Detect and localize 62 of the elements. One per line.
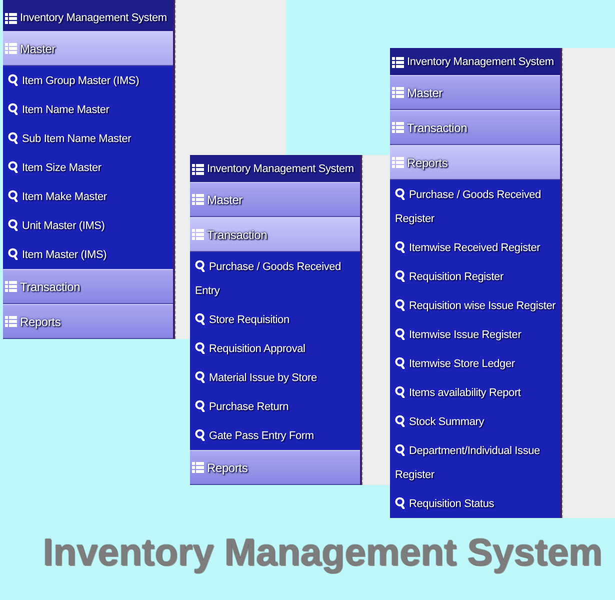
menu-link[interactable]: Stock Summary	[390, 407, 560, 436]
search-icon	[395, 496, 405, 508]
list-icon	[192, 194, 204, 205]
search-icon	[8, 74, 18, 86]
list-icon	[392, 57, 404, 68]
list-icon	[5, 281, 17, 292]
menu-link[interactable]: Requisition Approval	[190, 334, 360, 363]
menu-link[interactable]: Item Make Master	[3, 182, 173, 211]
search-icon	[395, 270, 405, 282]
menu-link[interactable]: Itemwise Received Register	[390, 233, 560, 262]
search-icon	[8, 190, 18, 202]
menu-link[interactable]: Store Requisition	[190, 305, 360, 334]
app-title: Inventory Management System	[407, 55, 554, 70]
menu-link[interactable]: Gate Pass Entry Form	[190, 421, 360, 450]
menu-link[interactable]: Itemwise Issue Register	[390, 320, 560, 349]
search-icon	[395, 444, 405, 456]
search-icon	[195, 428, 205, 440]
search-icon	[395, 188, 405, 200]
search-icon	[195, 342, 205, 354]
menu-link[interactable]: Material Issue by Store	[190, 363, 360, 392]
app-title: Inventory Management System	[207, 162, 354, 178]
list-icon	[5, 316, 17, 327]
caption-title: Inventory Management System	[42, 531, 602, 576]
list-icon	[192, 229, 204, 240]
menu-link[interactable]: Department/Individual Issue Register	[390, 436, 560, 489]
menu-link[interactable]: Purchase / Goods Received Entry	[190, 252, 360, 305]
menu-link[interactable]: Requisition wise Issue Register	[390, 291, 560, 320]
search-icon	[8, 132, 18, 144]
list-icon	[5, 13, 17, 24]
menu-link[interactable]: Unit Master (IMS)	[3, 211, 173, 240]
menu-link[interactable]: Requisition Status	[390, 489, 560, 518]
search-icon	[395, 240, 405, 252]
search-icon	[395, 356, 405, 368]
menu-link[interactable]: Itemwise Store Ledger	[390, 349, 560, 378]
search-icon	[8, 160, 18, 172]
search-icon	[8, 218, 18, 230]
search-icon	[395, 298, 405, 310]
search-icon	[395, 328, 405, 340]
list-icon	[192, 164, 204, 175]
menu-link[interactable]: Sub Item Name Master	[3, 124, 173, 153]
search-icon	[8, 248, 18, 260]
list-icon	[392, 87, 404, 98]
search-icon	[195, 400, 205, 412]
search-icon	[8, 102, 18, 114]
menu-link[interactable]: Item Group Master (IMS)	[3, 66, 173, 95]
search-icon	[195, 312, 205, 324]
menu-link[interactable]: Item Size Master	[3, 153, 173, 182]
search-icon	[395, 414, 405, 426]
list-icon	[392, 157, 404, 168]
list-icon	[392, 122, 404, 133]
menu-link[interactable]: Purchase Return	[190, 392, 360, 421]
search-icon	[395, 386, 405, 398]
search-icon	[195, 370, 205, 382]
search-icon	[195, 260, 205, 272]
app-title: Inventory Management System	[20, 11, 167, 26]
menu-link[interactable]: Item Master (IMS)	[3, 240, 173, 269]
list-icon	[192, 462, 204, 473]
list-icon	[5, 43, 17, 54]
menu-link[interactable]: Items availability Report	[390, 378, 560, 407]
menu-link[interactable]: Purchase / Goods Received Register	[390, 180, 560, 233]
menu-link[interactable]: Requisition Register	[390, 262, 560, 291]
menu-link[interactable]: Item Name Master	[3, 95, 173, 124]
